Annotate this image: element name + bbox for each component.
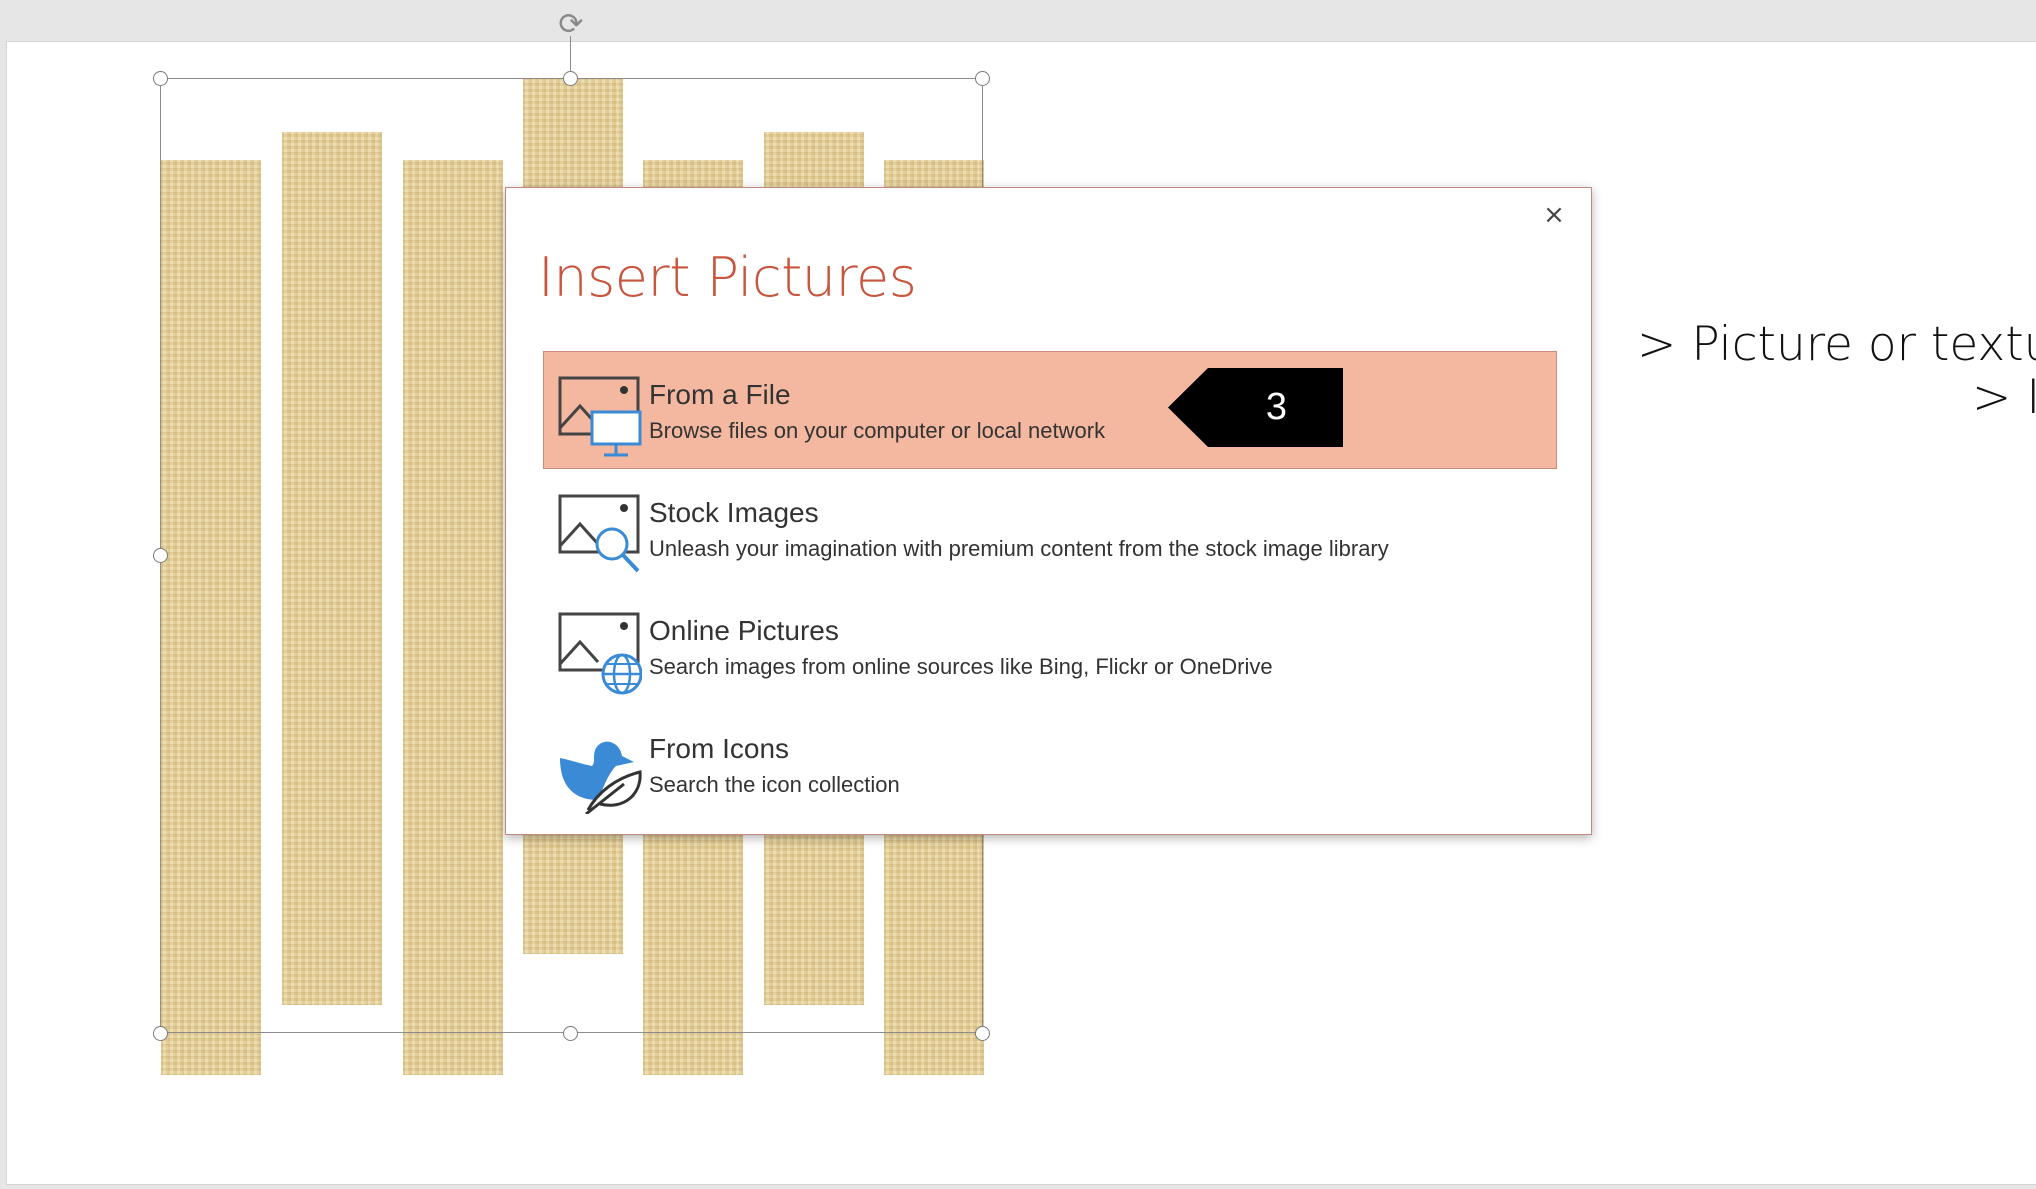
option-from-icons[interactable]: From Icons Search the icon collection <box>543 705 1557 823</box>
bird-leaf-icon <box>560 741 642 814</box>
option-online-pictures[interactable]: Online Pictures Search images from onlin… <box>543 587 1557 705</box>
option-stock-images[interactable]: Stock Images Unleash your imagination wi… <box>543 469 1557 587</box>
option-title: Online Pictures <box>649 615 839 646</box>
picture-globe-icon <box>558 612 642 695</box>
option-description: Search images from online sources like B… <box>649 654 1273 679</box>
close-icon[interactable]: × <box>1539 200 1569 230</box>
resize-handle-bottom-left[interactable] <box>153 1026 168 1041</box>
option-description: Browse files on your computer or local n… <box>649 418 1106 443</box>
option-title: From a File <box>649 379 791 410</box>
papyrus-bar <box>403 160 503 1075</box>
resize-handle-left[interactable] <box>153 548 168 563</box>
picture-search-icon <box>558 494 640 573</box>
option-title: From Icons <box>649 733 790 764</box>
option-from-a-file[interactable]: From a File Browse files on your compute… <box>543 351 1557 469</box>
resize-handle-bottom[interactable] <box>563 1026 578 1041</box>
option-description: Unleash your imagination with premium co… <box>649 536 1389 561</box>
option-description: Search the icon collection <box>649 772 900 797</box>
picture-monitor-icon <box>558 376 642 457</box>
side-text-line-1: > Picture or textur <box>1637 317 2036 372</box>
insert-pictures-dialog: × Insert Pictures From a File Browse fil… <box>505 187 1592 835</box>
papyrus-bar <box>161 160 261 1075</box>
option-title: Stock Images <box>649 497 819 528</box>
step-number: 3 <box>1265 386 1288 428</box>
resize-handle-top-left[interactable] <box>153 71 168 86</box>
dialog-title: Insert Pictures <box>538 246 917 309</box>
rotate-handle-icon[interactable]: ⟳ <box>554 8 588 42</box>
resize-handle-top[interactable] <box>563 71 578 86</box>
resize-handle-top-right[interactable] <box>975 71 990 86</box>
resize-handle-bottom-right[interactable] <box>975 1026 990 1041</box>
papyrus-bar <box>282 132 382 1005</box>
side-text-line-2: > In <box>1972 370 2036 425</box>
